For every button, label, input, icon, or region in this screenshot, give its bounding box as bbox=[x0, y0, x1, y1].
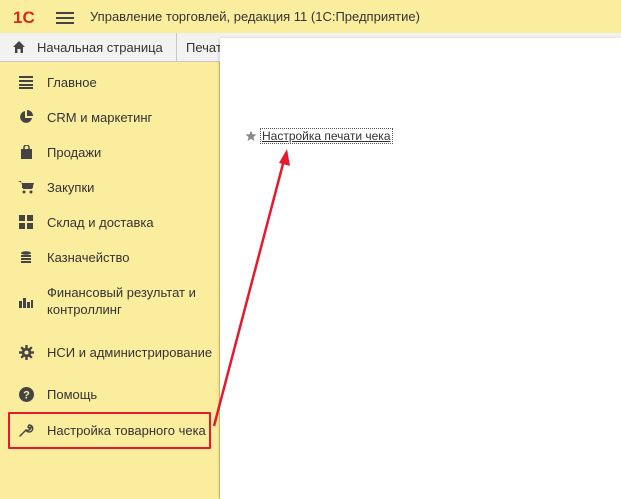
tab-home[interactable]: Начальная страница bbox=[0, 33, 177, 61]
sidebar-item-treasury[interactable]: Казначейство bbox=[0, 246, 219, 268]
sidebar-item-label: Закупки bbox=[47, 179, 95, 195]
highlight-frame bbox=[8, 412, 211, 449]
sidebar-item-purchases[interactable]: Закупки bbox=[0, 176, 219, 198]
sidebar-item-crm[interactable]: CRM и маркетинг bbox=[0, 106, 219, 128]
sidebar-item-sales[interactable]: Продажи bbox=[0, 141, 219, 163]
tab-home-label: Начальная страница bbox=[37, 39, 163, 55]
warehouse-grid-icon bbox=[18, 214, 34, 230]
sidebar-item-help[interactable]: ? Помощь bbox=[0, 383, 219, 405]
logo-text: 1С bbox=[13, 8, 35, 27]
sidebar-item-label: Главное bbox=[47, 74, 97, 90]
pie-chart-icon bbox=[18, 109, 34, 125]
sidebar-item-admin[interactable]: НСИ и администрирование bbox=[0, 334, 219, 370]
receipt-print-settings-link[interactable]: Настройка печати чека bbox=[260, 128, 393, 144]
sidebar-item-label: Казначейство bbox=[47, 249, 130, 265]
1c-logo: 1С bbox=[13, 8, 35, 27]
sidebar-item-label: Склад и доставка bbox=[47, 214, 154, 230]
sidebar-item-label: Продажи bbox=[47, 144, 102, 160]
sidebar-item-label: НСИ и администрирование bbox=[47, 344, 213, 360]
sidebar-item-warehouse[interactable]: Склад и доставка bbox=[0, 211, 219, 233]
home-icon bbox=[13, 41, 25, 53]
bar-chart-icon bbox=[18, 293, 34, 309]
sidebar-item-label: Финансовый результат и контроллинг bbox=[47, 285, 196, 317]
coins-icon bbox=[18, 249, 34, 265]
app-title: Управление торговлей, редакция 11 (1С:Пр… bbox=[90, 9, 420, 24]
help-icon: ? bbox=[18, 386, 34, 402]
sidebar-item-finance[interactable]: Финансовый результат и контроллинг bbox=[0, 283, 219, 319]
main-menu-button[interactable] bbox=[56, 9, 74, 25]
svg-text:?: ? bbox=[23, 389, 30, 401]
star-icon[interactable] bbox=[245, 130, 257, 142]
shopping-bag-icon bbox=[18, 144, 34, 160]
sidebar-item-main[interactable]: Главное bbox=[0, 71, 219, 93]
shopping-cart-icon bbox=[18, 179, 34, 195]
gear-icon bbox=[18, 344, 34, 360]
title-bar: 1С Управление торговлей, редакция 11 (1С… bbox=[0, 0, 621, 34]
tab-print-label: Печат bbox=[186, 39, 222, 55]
main-content bbox=[220, 38, 621, 499]
menu-lines-icon bbox=[18, 74, 34, 90]
sidebar-item-label: CRM и маркетинг bbox=[47, 109, 153, 125]
sidebar-item-label: Помощь bbox=[47, 386, 98, 402]
